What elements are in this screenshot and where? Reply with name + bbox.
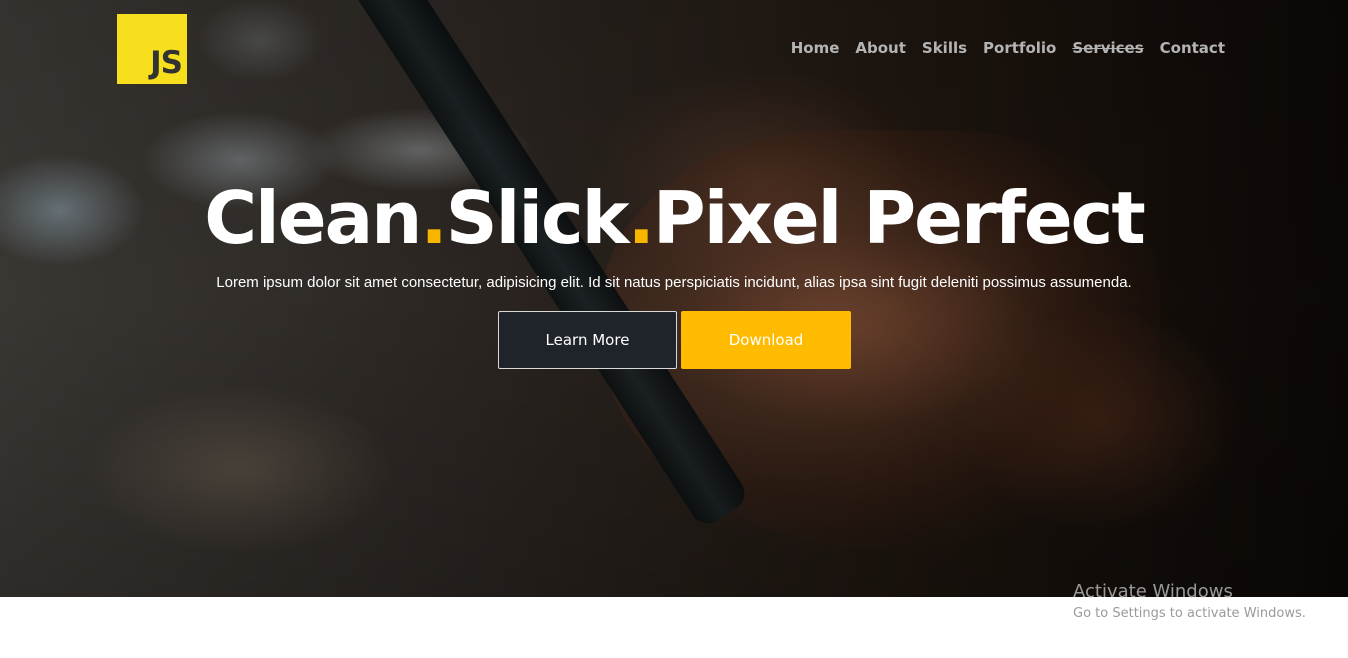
windows-activation-watermark: Activate Windows Go to Settings to activ…: [1073, 581, 1306, 624]
hero-section: JS Home About Skills Portfolio Services …: [0, 0, 1348, 597]
nav-link-skills[interactable]: Skills: [922, 39, 967, 57]
download-label: Download: [728, 331, 804, 349]
nav-link-portfolio[interactable]: Portfolio: [983, 39, 1056, 57]
headline-word-clean: Clean: [204, 176, 422, 260]
download-button[interactable]: Download: [681, 311, 851, 369]
activate-windows-subtitle: Go to Settings to activate Windows.: [1073, 606, 1306, 621]
nav-link-about[interactable]: About: [855, 39, 906, 57]
headline-dot-2: .: [627, 176, 655, 260]
headline-word-pixel-perfect: Pixel Perfect: [652, 176, 1146, 260]
hero-subtitle: Lorem ipsum dolor sit amet consectetur, …: [216, 274, 1132, 291]
js-logo[interactable]: JS: [117, 14, 187, 84]
logo-text: JS: [150, 45, 183, 81]
navbar: JS Home About Skills Portfolio Services …: [0, 0, 1348, 100]
nav-link-home[interactable]: Home: [791, 39, 840, 57]
nav-link-services[interactable]: Services: [1072, 39, 1143, 57]
learn-more-label: Learn More: [545, 331, 630, 349]
learn-more-button[interactable]: Learn More: [498, 311, 677, 369]
main-nav: Home About Skills Portfolio Services Con…: [791, 39, 1225, 57]
headline-word-slick: Slick: [445, 176, 630, 260]
headline-dot-1: .: [420, 176, 447, 260]
nav-link-contact[interactable]: Contact: [1160, 39, 1225, 57]
hero-headline: Clean.Slick.Pixel Perfect: [0, 176, 1348, 260]
activate-windows-title: Activate Windows: [1073, 581, 1233, 602]
